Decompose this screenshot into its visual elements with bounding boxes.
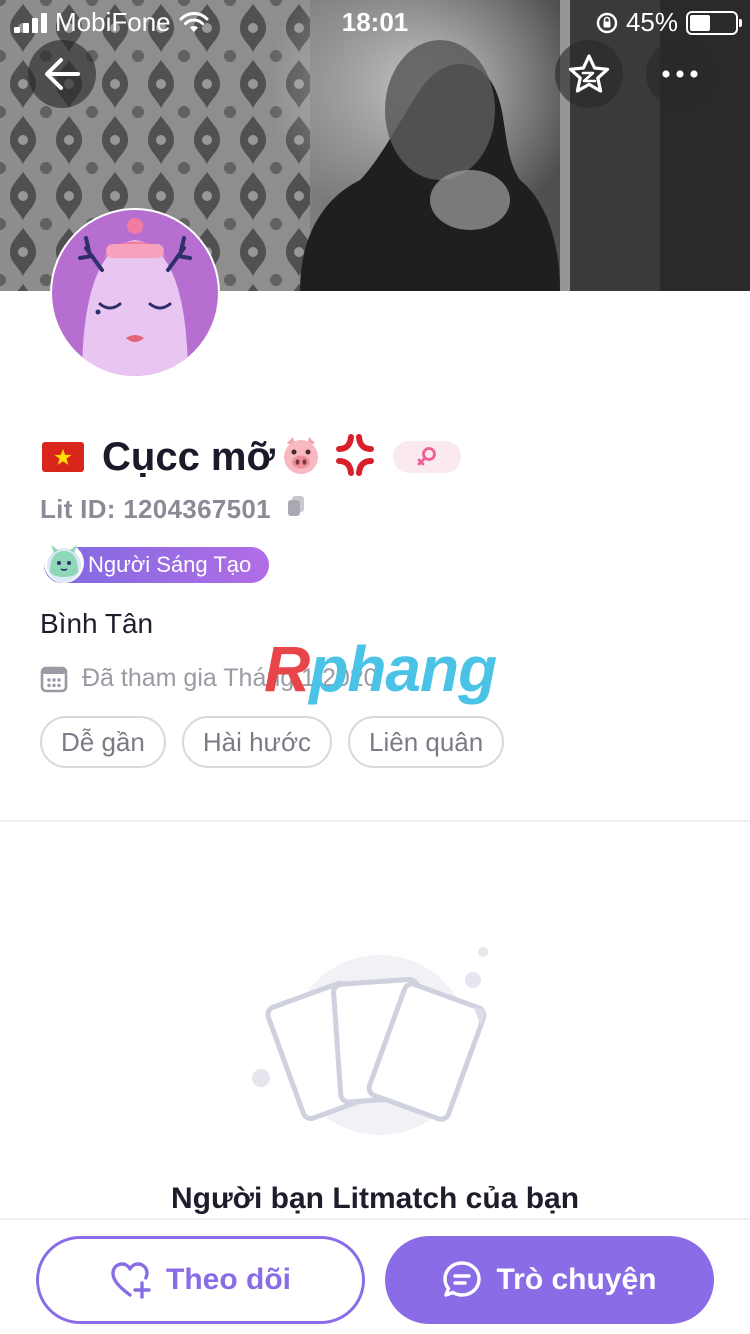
copy-id-button[interactable] [285,494,307,525]
chat-button-label: Trò chuyện [496,1263,657,1296]
heart-plus-icon [110,1261,152,1299]
avatar-illustration [52,210,218,376]
star-icon [568,54,610,93]
lit-id-text: Lit ID: 1204367501 [40,494,271,524]
interest-tags: Dễ gần Hài hước Liên quân [40,716,505,768]
chat-bubble-icon [442,1260,482,1300]
anger-symbol-icon [333,433,377,482]
tag-chip[interactable]: Dễ gần [40,716,166,768]
favorite-button[interactable] [555,40,623,108]
creator-badge[interactable]: Người Sáng Tạo [44,543,270,583]
location: Bình Tân [40,608,154,639]
watermark: Rphang [264,632,497,706]
chat-button[interactable]: Trò chuyện [385,1236,714,1324]
flag-star-icon [54,448,72,465]
more-horizontal-icon [662,70,698,78]
creator-mascot-icon [44,543,84,583]
more-options-button[interactable] [646,40,714,108]
follow-button-label: Theo dõi [166,1263,291,1296]
section-divider [0,820,750,822]
calendar-icon [40,666,68,692]
status-bar: MobiFone 18:01 45% [0,0,750,40]
back-button[interactable] [28,40,96,108]
cards-icon [252,947,488,1135]
battery-percent: 45% [625,7,678,37]
copy-icon [287,496,304,516]
tag-chip[interactable]: Hài hước [181,716,332,768]
battery-icon [686,10,742,35]
gender-badge [392,441,461,473]
female-symbol-icon [417,447,436,466]
avatar[interactable] [50,208,220,378]
arrow-left-icon [45,58,80,90]
creator-badge-pill: Người Sáng Tạo [44,543,270,583]
tag-chip[interactable]: Liên quân [348,716,505,768]
status-right: 45% [596,7,742,38]
profile-name-row: Cụcc mỡ [42,430,461,484]
profile-name: Cụcc mỡ [102,434,275,479]
watermark-first-letter: R [264,633,310,705]
watermark-rest: phang [309,633,497,705]
pig-emoji [283,436,318,474]
follow-button[interactable]: Theo dõi [36,1236,365,1324]
rotation-lock-icon [596,12,618,33]
vietnam-flag-icon [42,442,84,472]
lit-id: Lit ID: 1204367501 [40,494,307,525]
anger-emoji [335,433,374,476]
bottom-action-bar: Theo dõi Trò chuyện [0,1218,750,1334]
pig-face-icon [279,433,323,482]
empty-state-title: Người bạn Litmatch của bạn [170,1182,580,1215]
creator-badge-label: Người Sáng Tạo [88,552,252,577]
